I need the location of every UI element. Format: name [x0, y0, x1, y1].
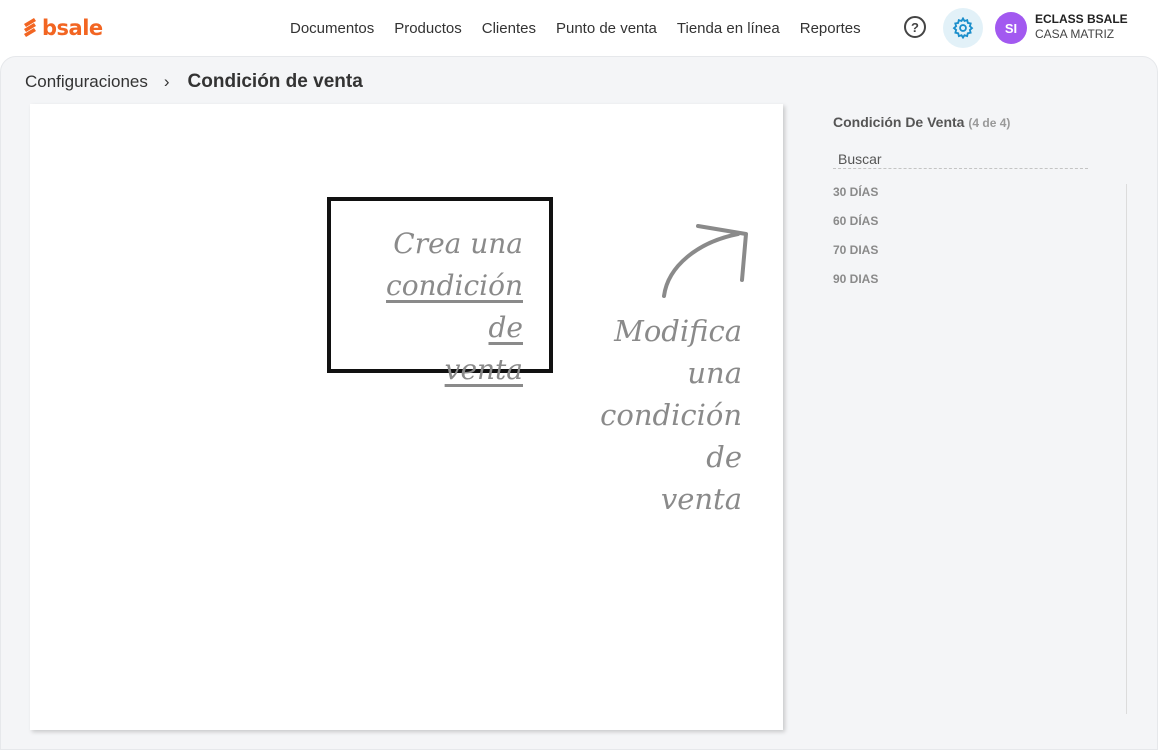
bsale-logo[interactable]: bsale: [22, 14, 103, 42]
breadcrumb: Configuraciones › Condición de venta: [25, 70, 363, 94]
nav-punto-de-venta[interactable]: Punto de venta: [556, 20, 657, 37]
chevron-right-icon: ›: [163, 72, 170, 91]
nav-productos[interactable]: Productos: [394, 20, 462, 37]
sidebar-scrollbar[interactable]: [1126, 184, 1127, 714]
nav-tienda-en-linea[interactable]: Tienda en línea: [677, 20, 780, 37]
sidebar-title-text: Condición De Venta: [833, 114, 965, 130]
condition-list: 30 DÍAS 60 DÍAS 70 DIAS 90 DIAS: [833, 184, 1127, 300]
settings-button[interactable]: [943, 8, 983, 48]
bsale-logo-icon: [24, 18, 36, 37]
modify-hint-line1: Modifica una: [614, 314, 742, 390]
create-condition-hint[interactable]: Crea una condición de venta: [357, 223, 523, 391]
top-navbar: bsale Documentos Productos Clientes Punt…: [0, 0, 1158, 56]
bsale-logo-text: bsale: [42, 16, 103, 40]
curved-arrow-icon: [662, 224, 748, 298]
nav-reportes[interactable]: Reportes: [800, 20, 861, 37]
question-circle-icon: ?: [911, 19, 919, 35]
user-company-name: ECLASS BSALE: [1035, 12, 1128, 26]
nav-documentos[interactable]: Documentos: [290, 20, 374, 37]
list-item-30-dias[interactable]: 30 DÍAS: [833, 184, 1127, 213]
user-branch-name: CASA MATRIZ: [1035, 27, 1115, 41]
empty-state-canvas: Crea una condición de venta Modifica una…: [30, 104, 783, 730]
user-menu[interactable]: ECLASS BSALE CASA MATRIZ: [1035, 12, 1128, 42]
modify-hint-line3: venta: [660, 482, 742, 516]
sidebar-count: (4 de 4): [968, 116, 1011, 130]
page-title: Condición de venta: [187, 71, 363, 92]
nav-clientes[interactable]: Clientes: [482, 20, 536, 37]
modify-hint-line2: condición de: [600, 398, 742, 474]
list-item-90-dias[interactable]: 90 DIAS: [833, 271, 1127, 300]
create-hint-line3: venta: [444, 353, 523, 386]
gear-icon: [952, 17, 974, 39]
avatar[interactable]: SI: [995, 12, 1027, 44]
create-hint-line2: condición de: [386, 269, 523, 344]
modify-condition-hint: Modifica una condición de venta: [562, 310, 742, 520]
list-item-60-dias[interactable]: 60 DÍAS: [833, 213, 1127, 242]
list-item-70-dias[interactable]: 70 DIAS: [833, 242, 1127, 271]
search-input[interactable]: [833, 150, 1088, 169]
help-button[interactable]: ?: [904, 16, 926, 38]
create-hint-line1: Crea una: [393, 227, 523, 260]
breadcrumb-configuraciones[interactable]: Configuraciones: [25, 72, 148, 92]
main-nav: Documentos Productos Clientes Punto de v…: [280, 0, 871, 56]
sidebar-title: Condición De Venta (4 de 4): [833, 114, 1010, 130]
